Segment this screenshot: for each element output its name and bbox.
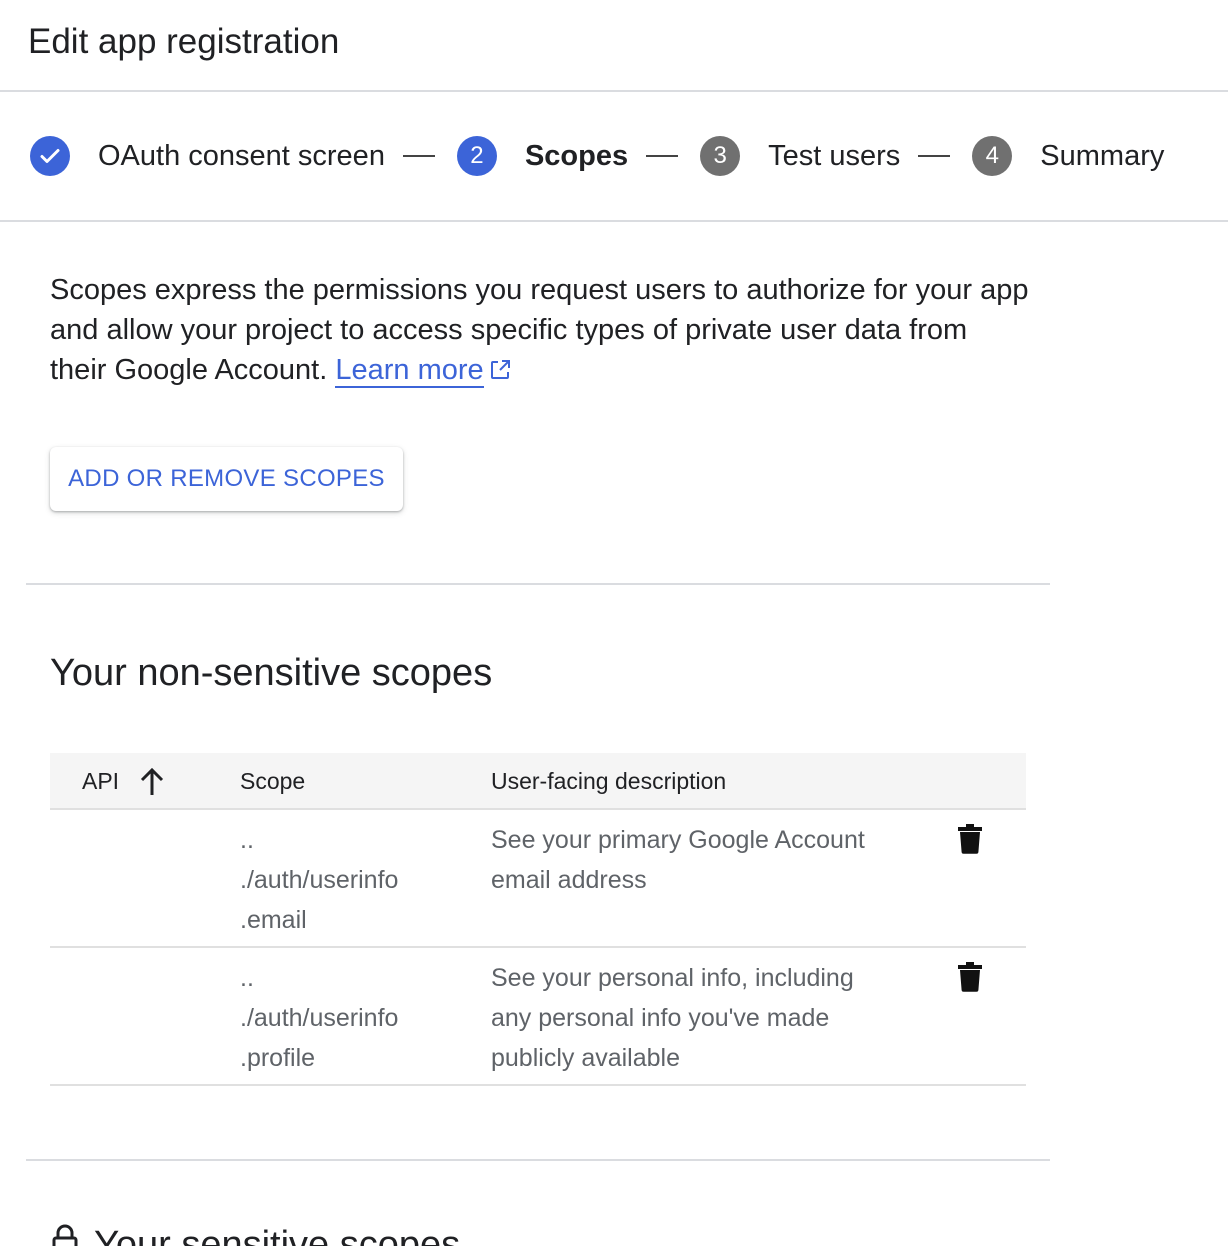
step-number: 2	[456, 136, 497, 176]
step-oauth-consent-screen[interactable]: OAuth consent screen	[30, 136, 385, 176]
description-line: any personal info you've made	[491, 1004, 830, 1032]
step-connector	[402, 155, 435, 157]
delete-scope-button[interactable]	[956, 962, 984, 994]
delete-scope-button[interactable]	[956, 824, 984, 856]
step-label: Test users	[768, 139, 901, 172]
scope-line: ./auth/userinfo	[240, 866, 399, 894]
table-row: .. ./auth/userinfo .profile See your per…	[50, 948, 1026, 1086]
description-line: See your personal info, including	[491, 964, 854, 992]
check-icon	[30, 136, 70, 176]
step-label: OAuth consent screen	[98, 139, 385, 172]
section-divider	[26, 1159, 1050, 1161]
step-label: Summary	[1040, 139, 1165, 172]
open-in-new-icon	[488, 353, 512, 393]
header: Edit app registration	[0, 0, 1228, 92]
lock-icon	[50, 1222, 80, 1246]
step-number: 3	[700, 136, 741, 176]
step-connector	[918, 155, 951, 157]
table-header: API Scope User-facing description	[50, 753, 1026, 810]
step-test-users[interactable]: 3 Test users	[700, 136, 900, 176]
stepper: OAuth consent screen 2 Scopes 3 Test use…	[0, 92, 1228, 222]
scope-line: ./auth/userinfo	[240, 1004, 399, 1032]
page: Edit app registration OAuth consent scre…	[0, 0, 1228, 1246]
learn-more-link[interactable]: Learn more	[335, 354, 484, 388]
learn-more-label: Learn more	[335, 354, 484, 386]
description-line: publicly available	[491, 1044, 681, 1072]
scope-line: .profile	[240, 1044, 316, 1072]
step-summary[interactable]: 4 Summary	[972, 136, 1164, 176]
trash-icon	[957, 962, 983, 995]
step-scopes[interactable]: 2 Scopes	[456, 136, 629, 176]
non-sensitive-scopes-title: Your non-sensitive scopes	[50, 652, 493, 694]
step-number: 4	[972, 136, 1013, 176]
page-title: Edit app registration	[28, 22, 340, 61]
scope-cell: .. ./auth/userinfo .profile	[240, 958, 460, 1078]
non-sensitive-scopes-table: API Scope User-facing description .. ./a…	[50, 753, 1026, 1086]
sensitive-scopes-heading: Your sensitive scopes	[50, 1222, 460, 1246]
scope-line: ..	[240, 826, 254, 854]
scope-cell: .. ./auth/userinfo .email	[240, 820, 460, 940]
add-or-remove-scopes-button[interactable]: ADD OR REMOVE SCOPES	[50, 447, 403, 511]
arrow-up-icon[interactable]	[138, 767, 166, 802]
step-connector	[646, 155, 679, 157]
column-header-api[interactable]: API	[82, 768, 119, 795]
table-row: .. ./auth/userinfo .email See your prima…	[50, 810, 1026, 948]
column-header-scope: Scope	[240, 768, 306, 794]
column-header-description: User-facing description	[491, 768, 727, 794]
section-divider	[26, 583, 1050, 585]
scope-line: .email	[240, 906, 307, 934]
sensitive-scopes-title: Your sensitive scopes	[94, 1223, 461, 1246]
scopes-description: Scopes express the permissions you reque…	[50, 270, 1030, 393]
scope-line: ..	[240, 964, 254, 992]
scopes-description-text: Scopes express the permissions you reque…	[50, 274, 1029, 386]
trash-icon	[957, 824, 983, 857]
description-cell: See your primary Google Account email ad…	[491, 820, 911, 900]
description-cell: See your personal info, including any pe…	[491, 958, 911, 1078]
description-line: email address	[491, 866, 647, 894]
description-line: See your primary Google Account	[491, 826, 865, 854]
step-label: Scopes	[524, 139, 629, 172]
